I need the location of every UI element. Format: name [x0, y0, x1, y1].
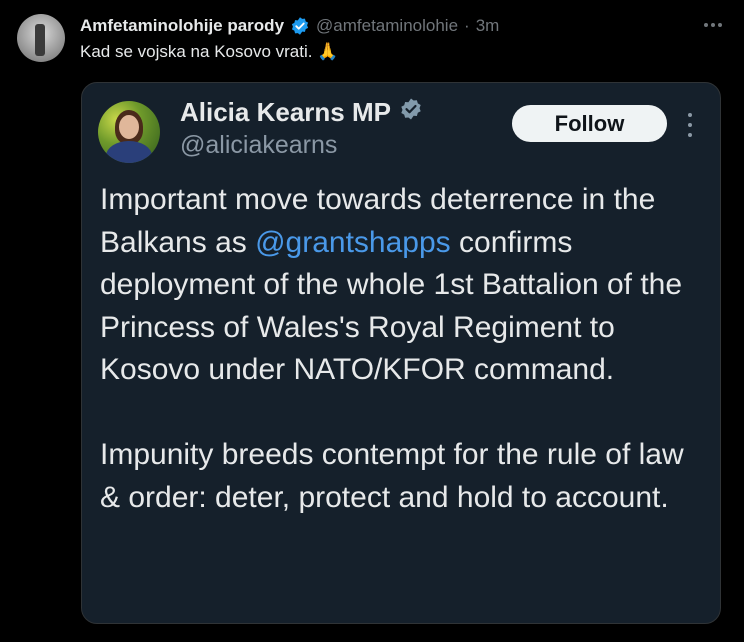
avatar-detail: [35, 24, 45, 56]
quoted-tweet-text: Important move towards deterrence in the…: [100, 179, 710, 519]
gray-verified-badge-icon[interactable]: [399, 97, 423, 128]
quoted-tweet-card[interactable]: Alicia Kearns MP @aliciakearns Follow Im…: [81, 82, 721, 624]
avatar-body: [106, 141, 152, 163]
verified-badge-icon[interactable]: [290, 16, 310, 36]
mention-link[interactable]: @grantshapps: [255, 226, 451, 259]
timestamp[interactable]: 3m: [476, 16, 500, 36]
quoted-paragraph-1: Important move towards deterrence in the…: [100, 179, 710, 392]
follow-button[interactable]: Follow: [512, 105, 667, 142]
author-name[interactable]: Amfetaminolohije parody: [80, 16, 284, 36]
tweet-header: Amfetaminolohije parody @amfetaminolohie…: [80, 15, 499, 37]
dot-separator: ·: [464, 16, 470, 35]
quoted-author-name[interactable]: Alicia Kearns MP: [180, 97, 391, 128]
quoted-author-handle[interactable]: @aliciakearns: [180, 131, 337, 160]
more-vertical-icon[interactable]: [686, 113, 694, 137]
quoted-paragraph-2: Impunity breeds contempt for the rule of…: [100, 438, 684, 514]
more-horizontal-icon[interactable]: [702, 16, 724, 34]
quoted-author-name-row: Alicia Kearns MP: [180, 97, 423, 128]
author-handle[interactable]: @amfetaminolohie: [316, 16, 458, 36]
avatar-face: [119, 115, 139, 139]
quoted-author-avatar[interactable]: [98, 101, 160, 163]
tweet-text: Kad se vojska na Kosovo vrati. 🙏: [80, 42, 339, 61]
author-avatar[interactable]: [17, 14, 65, 62]
